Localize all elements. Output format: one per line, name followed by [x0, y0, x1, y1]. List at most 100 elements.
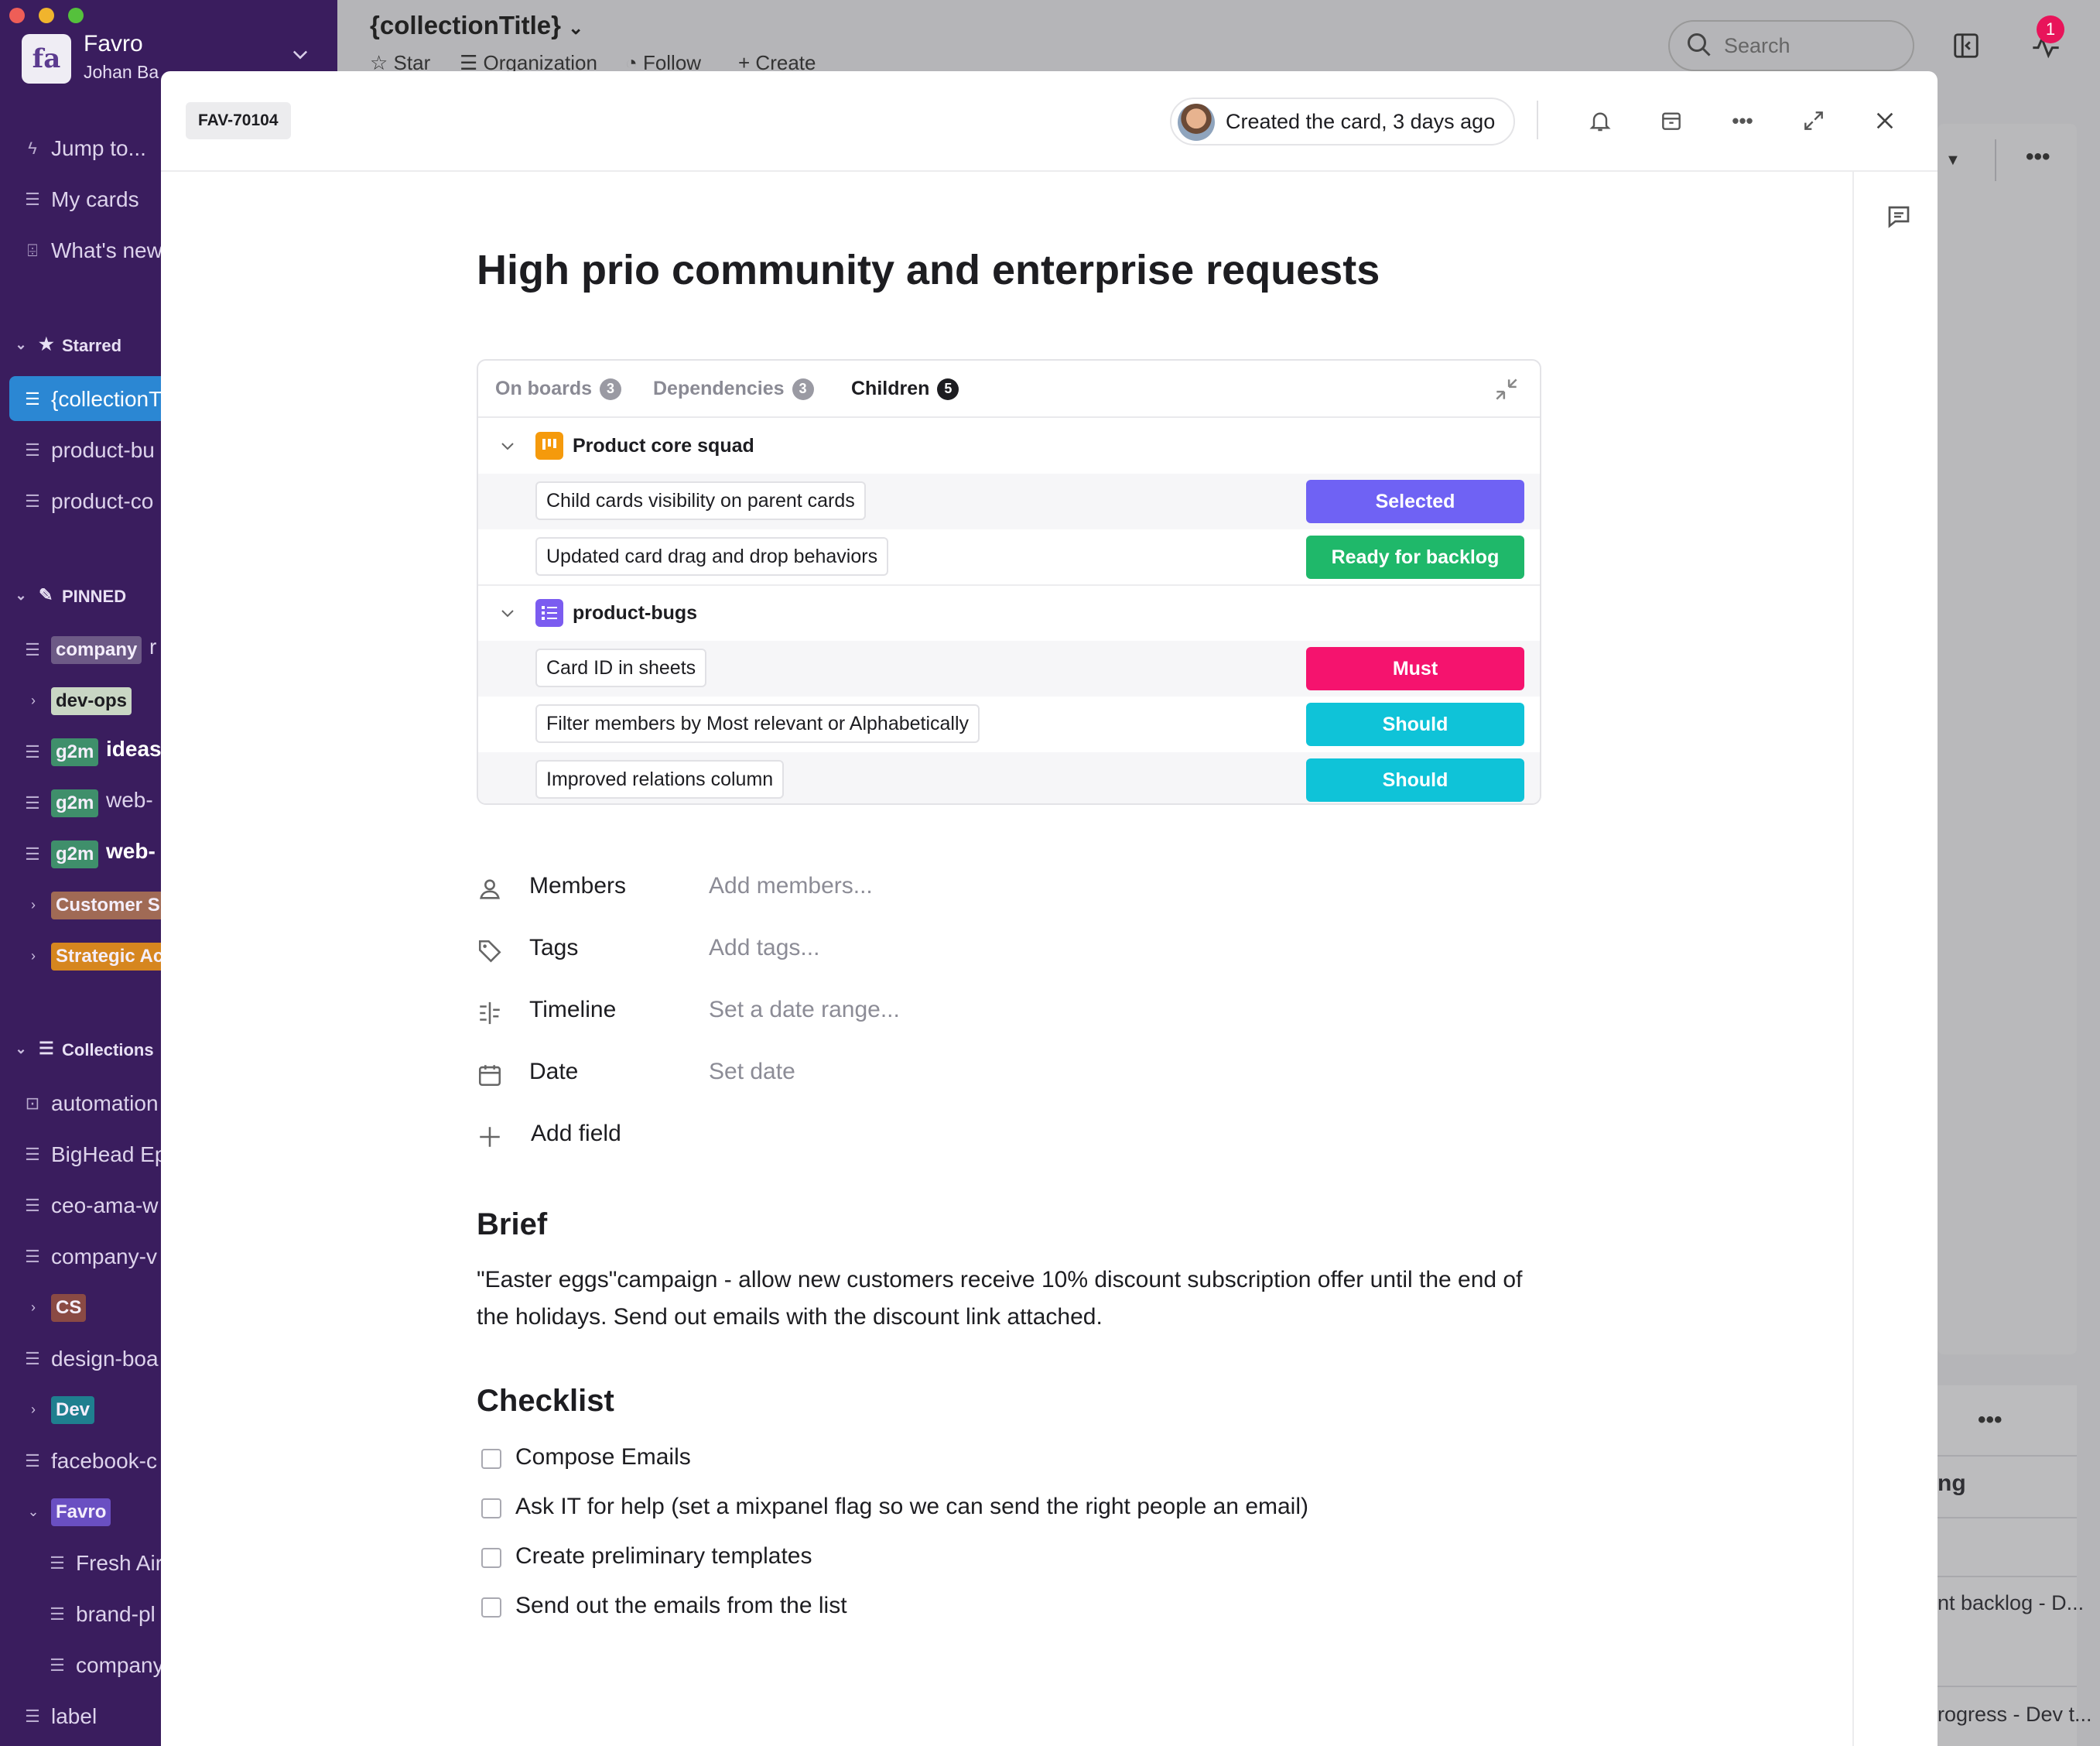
field-label: Tags [529, 935, 579, 960]
checklist-text[interactable]: Create preliminary templates [515, 1543, 812, 1570]
comment-icon[interactable] [1885, 203, 1913, 231]
workspace-name[interactable]: Favro [84, 31, 143, 57]
checkbox[interactable] [481, 1449, 501, 1469]
section-label: Collections [62, 1040, 154, 1060]
pinned-label: web- [106, 839, 156, 863]
section-label: PINNED [62, 587, 127, 606]
list-icon: ☰ [25, 640, 40, 659]
chevron-right-icon: › [31, 1299, 36, 1315]
child-card-title[interactable]: Child cards visibility on parent cards [535, 481, 866, 520]
tag-chip: CS [51, 1294, 87, 1322]
checklist-text[interactable]: Ask IT for help (set a mixpanel flag so … [515, 1494, 1308, 1520]
status-badge[interactable]: Must [1306, 647, 1524, 690]
brief-text[interactable]: "Easter eggs"campaign - allow new custom… [477, 1262, 1560, 1336]
collection-label: Fresh Air [76, 1551, 163, 1575]
status-badge[interactable]: Selected [1306, 480, 1524, 523]
date-field[interactable]: Date Set date [477, 1056, 1173, 1094]
divider [1995, 139, 1996, 181]
field-placeholder[interactable]: Add tags... [709, 935, 819, 961]
collection-label: company [76, 1653, 164, 1677]
divider [1938, 1686, 2077, 1687]
child-card-row[interactable]: Child cards visibility on parent cards Se… [478, 474, 1540, 529]
child-card-title[interactable]: Filter members by Most relevant or Alpha… [535, 704, 980, 743]
relations-tabs: On boards 3 Dependencies 3 Children 5 [478, 361, 1540, 418]
checklist-heading: Checklist [477, 1384, 614, 1418]
window-minimize-dot[interactable] [39, 8, 54, 23]
close-icon[interactable] [1869, 105, 1900, 136]
list-icon: ☰ [25, 844, 40, 864]
starred-label: product-bu [51, 438, 155, 462]
child-card-title[interactable]: Card ID in sheets [535, 649, 707, 687]
card-id-badge[interactable]: FAV-70104 [186, 102, 291, 139]
pinned-label: web- [106, 788, 153, 812]
collapse-icon[interactable] [1492, 375, 1521, 404]
chevron-right-icon: › [31, 1401, 36, 1417]
background-text: rogress - Dev t... [1938, 1703, 2092, 1726]
checklist-text[interactable]: Send out the emails from the list [515, 1593, 847, 1619]
more-icon[interactable]: ••• [1978, 1407, 2003, 1433]
tag-chip: Favro [51, 1498, 111, 1526]
tag-chip: Customer Su [51, 892, 176, 919]
checkbox[interactable] [481, 1498, 501, 1518]
status-badge[interactable]: Should [1306, 703, 1524, 746]
status-badge[interactable]: Ready for backlog [1306, 536, 1524, 579]
child-card-row[interactable]: Improved relations column Should [478, 752, 1540, 803]
field-placeholder[interactable]: Set a date range... [709, 997, 900, 1023]
tab-on-boards[interactable]: On boards 3 [495, 378, 622, 400]
bell-icon[interactable] [1585, 105, 1616, 136]
section-icon: ✎ [39, 585, 53, 604]
timeline-field[interactable]: Timeline Set a date range... [477, 994, 1173, 1032]
list-board-icon [535, 599, 563, 627]
child-card-row[interactable]: Card ID in sheets Must [478, 641, 1540, 697]
card-header: FAV-70104 Created the card, 3 days ago •… [161, 71, 1938, 172]
field-placeholder[interactable]: Add members... [709, 873, 873, 899]
checklist-text[interactable]: Compose Emails [515, 1444, 691, 1470]
child-card-row[interactable]: Updated card drag and drop behaviors Read… [478, 529, 1540, 585]
chevron-down-icon[interactable] [498, 436, 517, 455]
tag-chip: company [51, 636, 142, 664]
chevron-down-icon[interactable] [498, 604, 517, 622]
window-close-dot[interactable] [9, 8, 25, 23]
relation-group[interactable]: product-bugs [478, 585, 1540, 641]
collection-label: brand-pl [76, 1602, 156, 1626]
members-field[interactable]: Members Add members... [477, 870, 1173, 909]
relation-group[interactable]: Product core squad [478, 418, 1540, 474]
child-card-title[interactable]: Updated card drag and drop behaviors [535, 537, 889, 576]
child-card-row[interactable]: Filter members by Most relevant or Alpha… [478, 697, 1540, 752]
expand-icon[interactable] [1798, 105, 1829, 136]
tab-children[interactable]: Children 5 [851, 378, 959, 400]
more-options-icon[interactable]: ••• [1727, 105, 1758, 136]
card-title[interactable]: High prio community and enterprise reque… [477, 246, 1380, 294]
background-column [1938, 124, 2077, 1354]
more-icon[interactable]: ••• [2026, 144, 2050, 170]
list-icon: ☰ [25, 742, 40, 762]
created-pill[interactable]: Created the card, 3 days ago [1170, 98, 1516, 146]
child-card-title[interactable]: Improved relations column [535, 760, 785, 799]
tag-chip: Dev [51, 1396, 95, 1424]
search-icon [1688, 33, 1711, 56]
checkbox[interactable] [481, 1548, 501, 1568]
add-field-button[interactable]: Add field [477, 1118, 1173, 1156]
avatar [1178, 104, 1215, 141]
tab-dependencies[interactable]: Dependencies 3 [653, 378, 814, 400]
brief-heading: Brief [477, 1207, 548, 1241]
list-icon: ☰ [25, 389, 40, 409]
window-zoom-dot[interactable] [68, 8, 84, 23]
list-icon: ☰ [25, 1707, 40, 1726]
panel-toggle-icon[interactable] [1951, 31, 1981, 60]
right-rail-divider [1852, 172, 1854, 1746]
chevron-down-icon[interactable] [289, 43, 311, 65]
section-icon: ☰ [39, 1039, 54, 1058]
archive-icon[interactable] [1656, 105, 1687, 136]
list-icon: ☰ [25, 1349, 40, 1368]
checkbox[interactable] [481, 1597, 501, 1618]
collection-title[interactable]: {collectionTitle} ⌄ [370, 11, 583, 40]
tags-field[interactable]: Tags Add tags... [477, 932, 1173, 971]
section-label: Starred [62, 336, 122, 355]
pinned-label: r [149, 635, 157, 659]
status-badge[interactable]: Should [1306, 758, 1524, 802]
field-placeholder[interactable]: Set date [709, 1059, 795, 1085]
favro-logo[interactable]: fa [22, 34, 71, 84]
member-icon [480, 879, 500, 899]
divider [1938, 1517, 2077, 1518]
